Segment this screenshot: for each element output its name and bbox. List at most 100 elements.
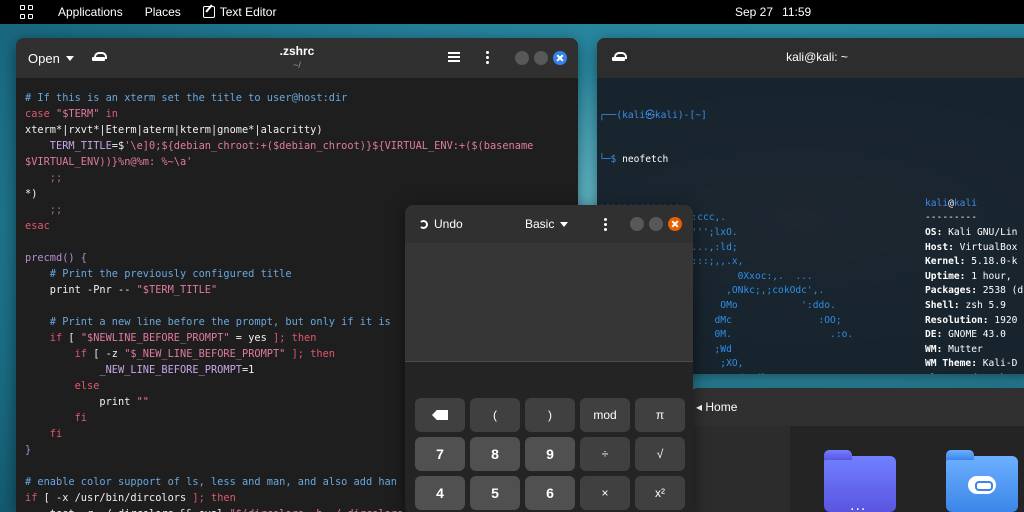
info-key: Packages bbox=[925, 285, 972, 297]
info-key: Kernel bbox=[925, 256, 960, 268]
info-row: Kernel: 5.18.0-k bbox=[925, 256, 1018, 268]
key-label: × bbox=[601, 486, 609, 500]
info-key: Shell bbox=[925, 299, 954, 311]
info-key: WM bbox=[925, 343, 937, 355]
code-token: = yes bbox=[229, 332, 274, 344]
info-row: Uptime: 1 hour, bbox=[925, 270, 1012, 282]
folder-icon[interactable]: ... bbox=[824, 450, 896, 512]
editor-title: .zshrc ~/ bbox=[16, 44, 578, 70]
info-key: WM Theme bbox=[925, 358, 972, 370]
system-info: kali@kali --------- OS: Kali GNU/Lin Host: … bbox=[925, 197, 1023, 374]
maximize-button[interactable] bbox=[649, 217, 663, 231]
app-grid-icon[interactable] bbox=[20, 5, 38, 19]
info-user: kali bbox=[925, 197, 949, 209]
chevron-down-icon bbox=[560, 221, 569, 227]
key-6[interactable]: 6 bbox=[525, 476, 575, 510]
code-token: # Print a new line before the prompt, bu… bbox=[25, 316, 391, 328]
key-backspace[interactable] bbox=[415, 398, 465, 432]
key-7[interactable]: 7 bbox=[415, 437, 465, 471]
info-key: Host bbox=[925, 241, 949, 253]
applications-menu[interactable]: Applications bbox=[58, 5, 123, 19]
code-token: [ bbox=[68, 332, 81, 344]
key-9[interactable]: 9 bbox=[525, 437, 575, 471]
code-token: if bbox=[25, 332, 69, 344]
clock-time: 11:59 bbox=[782, 5, 812, 19]
editor-path: ~/ bbox=[293, 60, 301, 70]
info-key: Resolution bbox=[925, 314, 983, 326]
code-token: fi bbox=[25, 428, 63, 440]
key-label: ) bbox=[548, 408, 552, 422]
code-token: $VIRTUAL_ENV))}%n@%m: %~\a' bbox=[25, 156, 193, 168]
info-row: WM: Mutter bbox=[925, 343, 983, 355]
key-close-paren[interactable]: ) bbox=[525, 398, 575, 432]
key-sqrt[interactable]: √ bbox=[635, 437, 685, 471]
hamburger-menu-icon[interactable] bbox=[448, 52, 460, 62]
calculator-headerbar: Undo Basic bbox=[405, 205, 693, 243]
undo-button[interactable]: Undo bbox=[419, 217, 463, 231]
kebab-menu-icon[interactable] bbox=[604, 223, 607, 226]
code-token: # Print the previously configured title bbox=[25, 268, 292, 280]
code-token: # If this is an xterm set the title to bbox=[25, 92, 267, 104]
key-label: 5 bbox=[491, 485, 499, 501]
code-token: *) bbox=[25, 188, 38, 200]
maximize-button[interactable] bbox=[534, 51, 548, 65]
mode-selector[interactable]: Basic bbox=[525, 217, 569, 231]
minimize-button[interactable] bbox=[515, 51, 529, 65]
info-value: adw-gtk3- bbox=[965, 373, 1017, 374]
info-row: DE: GNOME 43.0 bbox=[925, 329, 1006, 341]
info-row: Theme: adw-gtk3- bbox=[925, 372, 1023, 374]
key-4[interactable]: 4 bbox=[415, 476, 465, 510]
code-token: test -r ~/.dircolors && eval bbox=[25, 508, 230, 512]
code-token: # enable color support of ls, less and m… bbox=[25, 476, 397, 488]
places-menu[interactable]: Places bbox=[145, 5, 181, 19]
clock[interactable]: Sep 27 11:59 bbox=[735, 5, 811, 19]
key-mod[interactable]: mod bbox=[580, 398, 630, 432]
public-folder-icon[interactable] bbox=[946, 450, 1018, 512]
code-token: print -Pnr -- bbox=[25, 284, 137, 296]
code-token: [ -z bbox=[93, 348, 125, 360]
info-value: zsh 5.9 bbox=[965, 299, 1006, 311]
code-line: $VIRTUAL_ENV))}%n@%m: %~\a' bbox=[25, 154, 533, 170]
folder-tab bbox=[824, 450, 852, 460]
info-value: 5.18.0-k bbox=[971, 256, 1018, 268]
key-8[interactable]: 8 bbox=[470, 437, 520, 471]
active-app-menu[interactable]: Text Editor bbox=[202, 5, 276, 19]
key-pi[interactable]: π bbox=[635, 398, 685, 432]
info-value: Kali GNU/Lin bbox=[948, 226, 1018, 238]
code-token: [ -x /usr/bin/dircolors bbox=[43, 492, 193, 504]
calculator-display[interactable] bbox=[405, 243, 693, 361]
key-label: ÷ bbox=[601, 447, 609, 461]
minimize-button[interactable] bbox=[630, 217, 644, 231]
key-label: π bbox=[655, 408, 665, 422]
code-token: fi bbox=[25, 412, 87, 424]
key-label: ( bbox=[493, 408, 497, 422]
key-divide[interactable]: ÷ bbox=[580, 437, 630, 471]
key-multiply[interactable]: × bbox=[580, 476, 630, 510]
code-token: TERM_TITLE bbox=[25, 140, 112, 152]
key-label: √ bbox=[656, 447, 664, 461]
close-button[interactable] bbox=[553, 51, 567, 65]
code-line: # If this is an xterm set the title to u… bbox=[25, 90, 533, 106]
info-row: Shell: zsh 5.9 bbox=[925, 299, 1006, 311]
folder-label: ... bbox=[850, 498, 867, 512]
code-token: '\e]0;${debian_chroot:+($debian_chroot)}… bbox=[124, 140, 534, 152]
info-row: Packages: 2538 (d bbox=[925, 285, 1024, 297]
code-token: precmd() { bbox=[25, 252, 87, 264]
code-token: _NEW_LINE_BEFORE_PROMPT bbox=[25, 364, 242, 376]
code-token: "$TERM_TITLE" bbox=[136, 284, 218, 296]
key-5[interactable]: 5 bbox=[470, 476, 520, 510]
prompt-symbol: └─$ bbox=[599, 153, 623, 165]
kebab-menu-icon[interactable] bbox=[486, 56, 489, 59]
close-button[interactable] bbox=[668, 217, 682, 231]
prompt-command: neofetch bbox=[622, 153, 669, 165]
key-label: 7 bbox=[436, 446, 444, 462]
text-editor-icon bbox=[202, 6, 215, 18]
undo-icon bbox=[419, 219, 428, 229]
info-row: Resolution: 1920 bbox=[925, 314, 1018, 326]
info-value: 1920 bbox=[994, 314, 1018, 326]
key-open-paren[interactable]: ( bbox=[470, 398, 520, 432]
top-bar: Applications Places Text Editor Sep 27 11… bbox=[0, 0, 1024, 24]
location-home[interactable]: ◂ Home bbox=[696, 400, 737, 414]
key-square[interactable]: x² bbox=[635, 476, 685, 510]
info-key: OS bbox=[925, 226, 937, 238]
